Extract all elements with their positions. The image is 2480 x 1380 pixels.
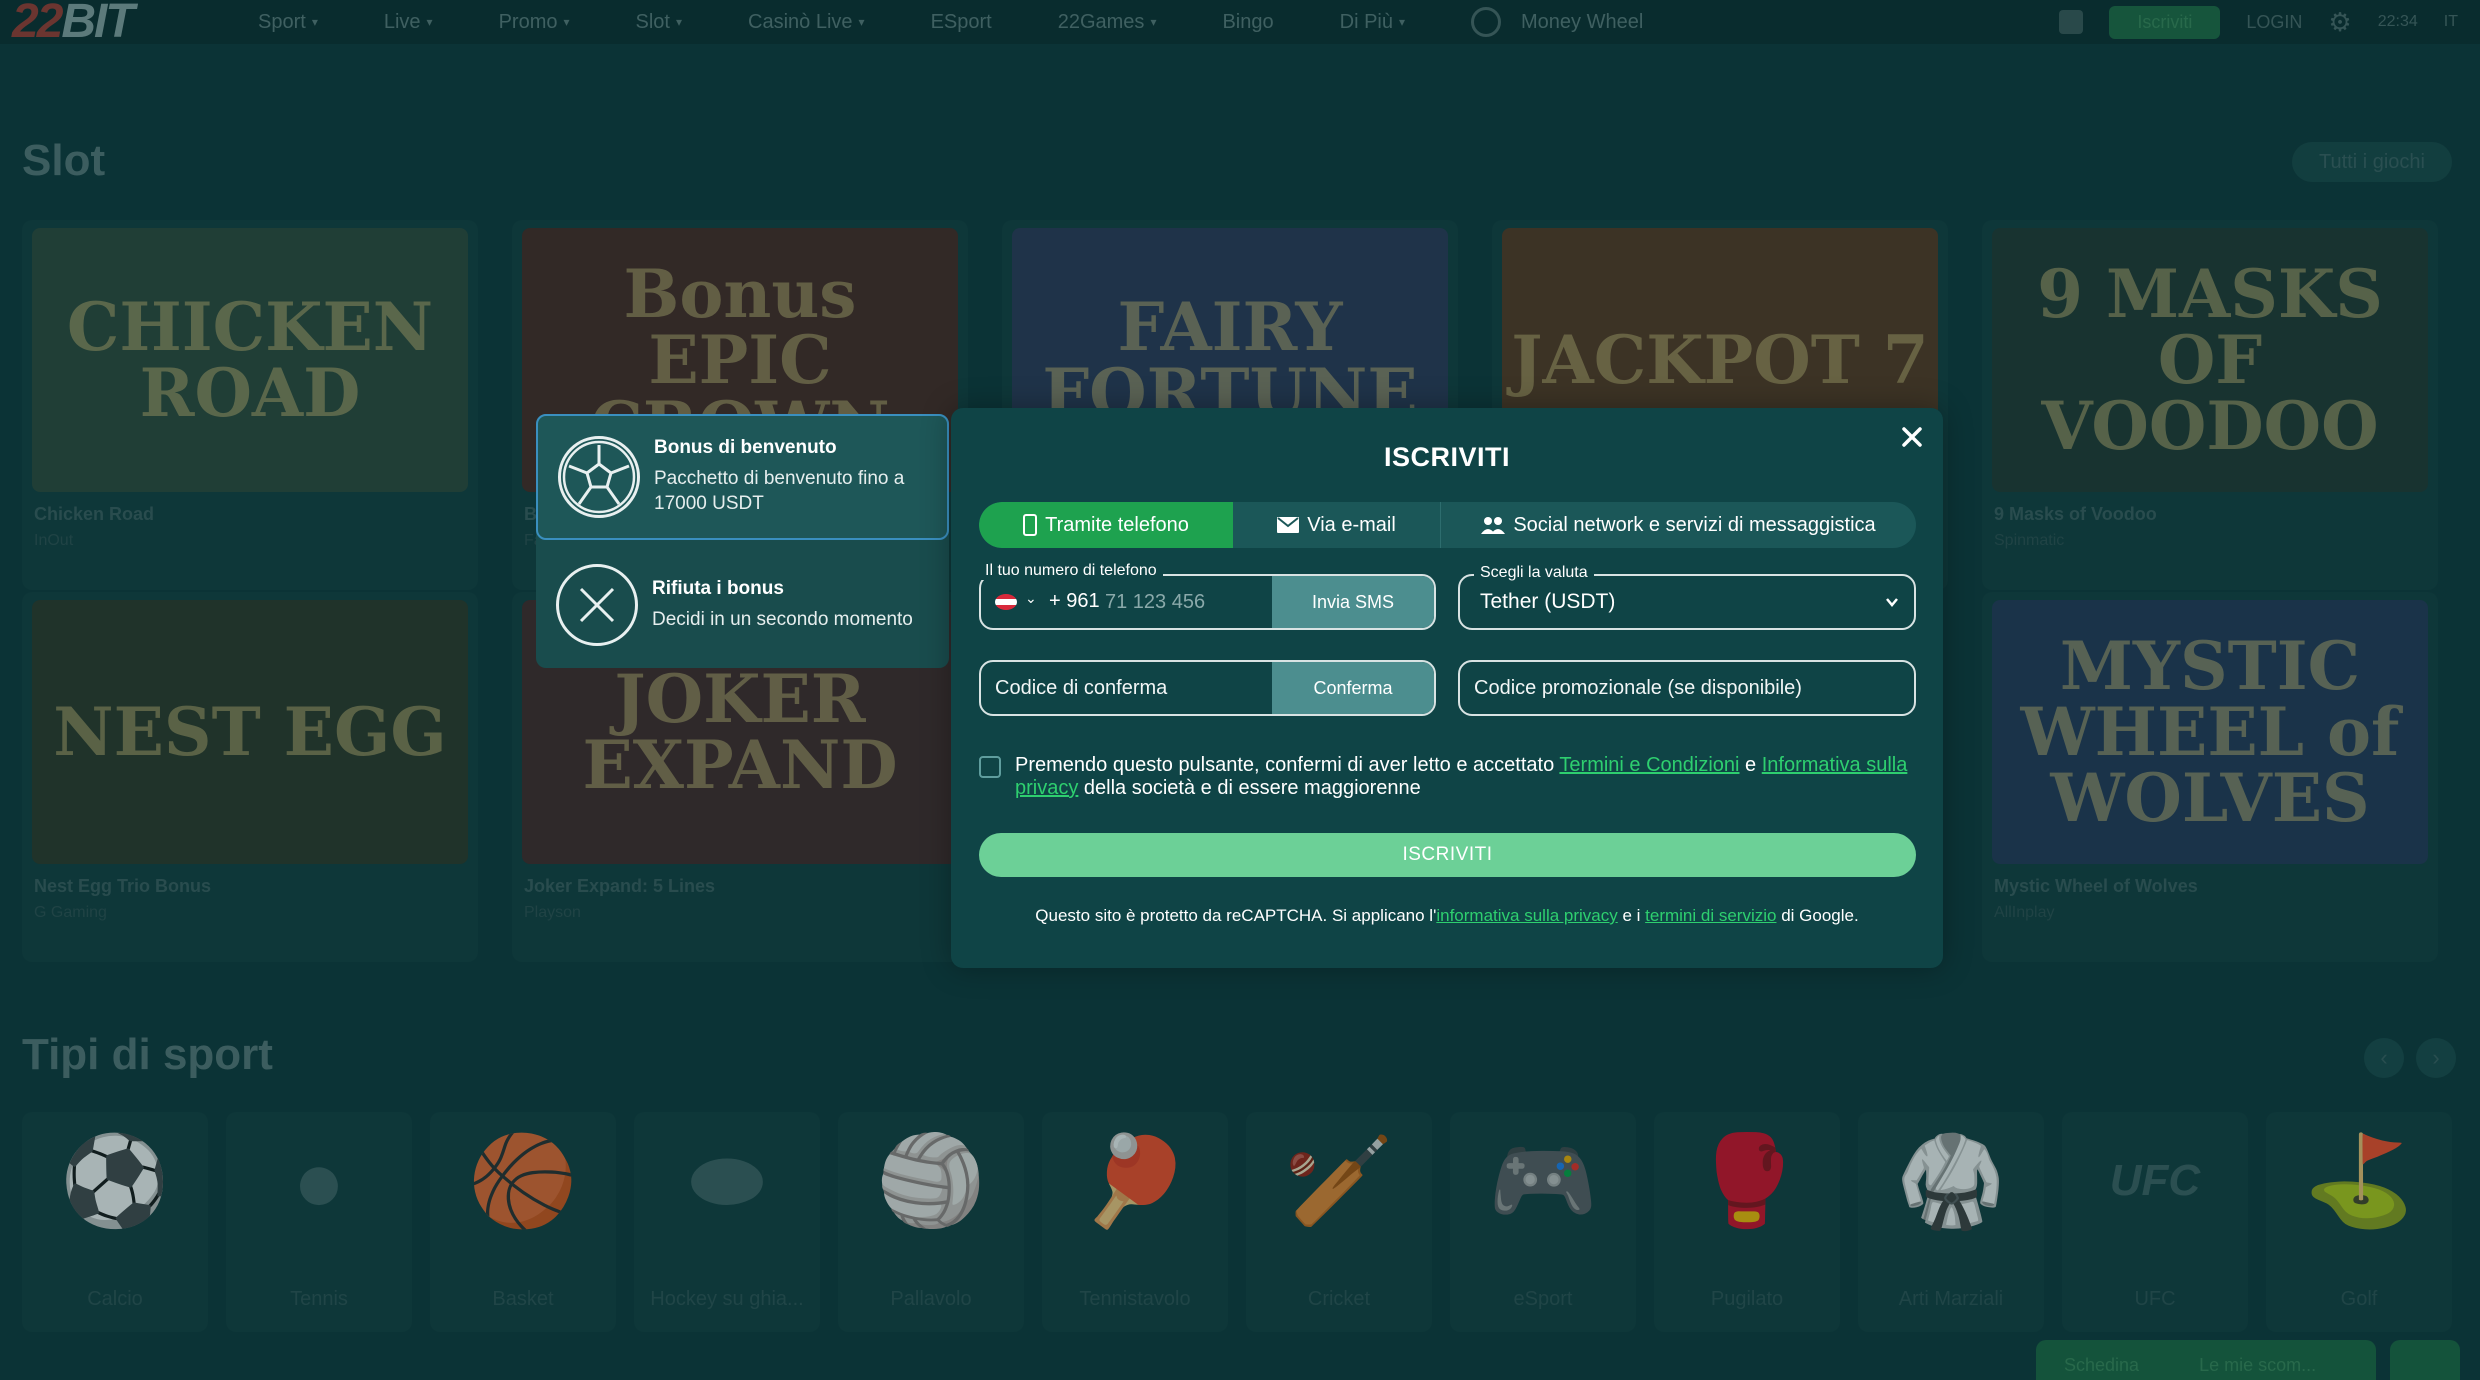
phone-number-input[interactable] [1105, 586, 1255, 618]
tab-social-label: Social network e servizi di messaggistic… [1513, 513, 1876, 536]
tab-email-label: Via e-mail [1307, 513, 1396, 536]
welcome-bonus-description: Pacchetto di benvenuto fino a 17000 USDT [654, 468, 905, 514]
currency-select[interactable]: Scegli la valuta Tether (USDT) [1458, 564, 1916, 630]
signup-method-tabs: Tramite telefono Via e-mail Social netwo… [979, 502, 1916, 548]
decline-bonus-option[interactable]: Rifiuta i bonus Decidi in un secondo mom… [536, 542, 949, 668]
recaptcha-notice: Questo sito è protetto da reCAPTCHA. Si … [1035, 906, 1859, 925]
terms-conditions-link[interactable]: Termini e Condizioni [1559, 754, 1739, 776]
phone-number-field: ⌄ + 961 Invia SMS [979, 574, 1436, 630]
terms-agreement: Premendo questo pulsante, confermi di av… [979, 754, 1919, 800]
google-privacy-link[interactable]: informativa sulla privacy [1436, 906, 1617, 925]
tab-phone-label: Tramite telefono [1045, 513, 1189, 536]
confirmation-code-field: Conferma [979, 660, 1436, 716]
bonus-selection-panel: Bonus di benvenuto Pacchetto di benvenut… [536, 414, 949, 668]
confirm-code-button[interactable]: Conferma [1272, 662, 1434, 714]
phone-country-code: + 961 [1049, 590, 1100, 612]
soccer-ball-icon [558, 436, 640, 518]
send-sms-button[interactable]: Invia SMS [1272, 576, 1434, 628]
chevron-down-icon [1886, 598, 1898, 607]
phone-number-label: Il tuo numero di telefono [979, 562, 1163, 580]
currency-value: Tether (USDT) [1480, 590, 1616, 613]
close-circle-icon [556, 564, 638, 646]
tab-email[interactable]: Via e-mail [1233, 502, 1441, 548]
signup-modal: ISCRIVITI Tramite telefono Via e-mail So… [951, 408, 1943, 968]
envelope-icon [1277, 517, 1300, 533]
users-icon [1481, 517, 1506, 534]
decline-bonus-description: Decidi in un secondo momento [652, 608, 913, 630]
lebanon-flag-icon[interactable] [995, 594, 1017, 610]
promo-code-field [1458, 660, 1916, 716]
chevron-down-icon[interactable]: ⌄ [1025, 590, 1037, 607]
promo-code-input[interactable] [1474, 672, 1894, 704]
signup-submit-button[interactable]: ISCRIVITI [979, 833, 1916, 877]
tab-social[interactable]: Social network e servizi di messaggistic… [1441, 502, 1916, 548]
confirmation-code-input[interactable] [995, 672, 1255, 704]
terms-checkbox[interactable] [979, 756, 1001, 778]
modal-title: ISCRIVITI [1383, 442, 1510, 472]
welcome-bonus-option[interactable]: Bonus di benvenuto Pacchetto di benvenut… [536, 414, 949, 540]
welcome-bonus-title: Bonus di benvenuto [654, 437, 837, 459]
decline-bonus-title: Rifiuta i bonus [652, 577, 784, 599]
phone-icon [1023, 514, 1038, 536]
google-terms-link[interactable]: termini di servizio [1645, 906, 1776, 925]
currency-label: Scegli la valuta [1474, 564, 1594, 582]
tab-phone[interactable]: Tramite telefono [979, 502, 1233, 548]
terms-text: Premendo questo pulsante, confermi di av… [1015, 754, 1908, 799]
